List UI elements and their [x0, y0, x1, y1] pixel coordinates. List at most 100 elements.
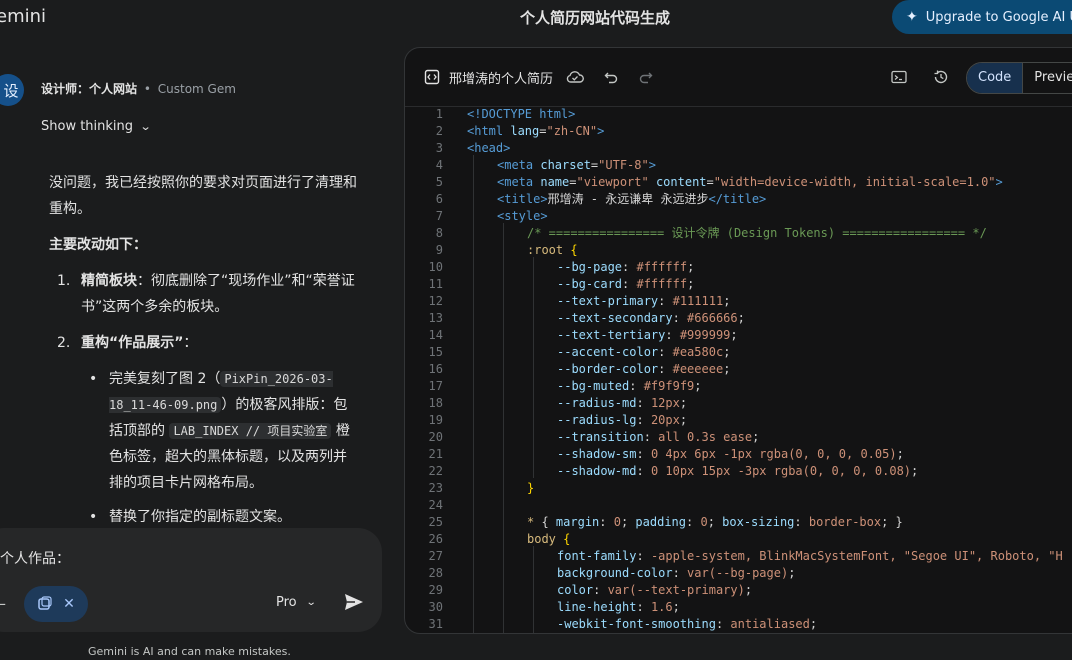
code-token: ; }	[881, 515, 903, 529]
code-line: 30 line-height: 1.6;	[405, 599, 1072, 616]
code-token: 0	[613, 515, 621, 529]
upgrade-button[interactable]: ✦ Upgrade to Google AI Ult	[892, 0, 1072, 34]
send-button[interactable]	[342, 590, 366, 614]
redo-icon[interactable]	[637, 68, 655, 86]
model-picker[interactable]: Pro ⌄	[276, 595, 316, 610]
code-token: -apple-system, BlinkMacSystemFont, "Sego…	[650, 549, 1063, 563]
code-token: #999999	[679, 328, 731, 342]
line-number: 12	[428, 294, 443, 308]
code-token: :	[672, 311, 688, 325]
code-content: --text-primary: #111111;	[557, 293, 730, 310]
line-number: 24	[428, 498, 443, 512]
code-content: --transition: all 0.3s ease;	[557, 429, 759, 446]
tab-code[interactable]: Code	[967, 63, 1024, 93]
line-number: 1	[435, 107, 443, 121]
history-icon[interactable]	[932, 68, 950, 86]
code-token: lang	[503, 124, 540, 138]
code-token: box-sizing	[722, 515, 795, 529]
code-token: "width=device-width, initial-scale=1.0"	[713, 175, 996, 189]
document-title[interactable]: 邢增涛的个人简历	[449, 68, 553, 87]
list-item-colon: ：	[183, 335, 198, 351]
code-content: --shadow-md: 0 10px 15px -3px rgba(0, 0,…	[557, 463, 918, 480]
code-token: --bg-card	[557, 277, 623, 291]
close-icon[interactable]: ✕	[63, 596, 75, 612]
code-token: margin	[555, 515, 600, 529]
code-line: 21 --shadow-sm: 0 4px 6px -1px rgba(0, 0,…	[405, 446, 1072, 463]
code-line: 25 * { margin: 0; padding: 0; box-sizing:…	[405, 514, 1072, 531]
code-token: var(--bg-page)	[687, 566, 789, 580]
code-token: <style>	[497, 209, 548, 223]
code-content: /* ================ 设计令牌 (Design Tokens)…	[527, 225, 987, 242]
code-token: -webkit-font-smoothing	[557, 617, 716, 631]
terminal-icon[interactable]	[890, 68, 908, 86]
code-line: 15 --accent-color: #ea580c;	[405, 344, 1072, 361]
code-line: 12 --text-primary: #111111;	[405, 293, 1072, 310]
code-token: content	[648, 175, 707, 189]
canvas-panel: 邢增涛的个人简历 Code Preview 1 <!DOCTYPE html> 2 <…	[404, 47, 1072, 634]
code-token: :	[636, 600, 651, 614]
code-line: 16 --border-color: #eeeeee;	[405, 361, 1072, 378]
code-content: }	[527, 480, 534, 497]
code-token: "zh-CN"	[546, 124, 598, 138]
code-token: ;	[687, 260, 695, 274]
list-item-title: 精简板块	[81, 273, 137, 289]
code-token: :	[658, 294, 673, 308]
code-content: font-family: -apple-system, BlinkMacSyst…	[557, 548, 1063, 565]
code-content: --shadow-sm: 0 4px 6px -1px rgba(0, 0, 0…	[557, 446, 904, 463]
minus-icon[interactable]: –	[0, 594, 6, 613]
view-toggle: Code Preview	[966, 62, 1072, 94]
code-token: ;	[620, 515, 636, 529]
line-number: 14	[428, 328, 443, 342]
code-token: <head>	[467, 141, 511, 155]
disclaimer: Gemini is AI and can make mistakes.	[88, 645, 291, 658]
code-token: <!DOCTYPE html>	[467, 107, 576, 121]
code-line: 20 --transition: all 0.3s ease;	[405, 429, 1072, 446]
code-token: :	[636, 413, 651, 427]
code-token: line-height	[557, 600, 637, 614]
code-token: background-color	[557, 566, 673, 580]
code-token: {	[563, 243, 578, 257]
code-token: antialiased	[730, 617, 810, 631]
code-line: 27 font-family: -apple-system, BlinkMacSy…	[405, 548, 1072, 565]
code-token: ;	[911, 464, 919, 478]
code-token: /* ================ 设计令牌 (Design Tokens)…	[527, 226, 987, 240]
tab-preview[interactable]: Preview	[1023, 63, 1072, 93]
code-token: ;	[737, 311, 745, 325]
code-token: --text-secondary	[557, 311, 673, 325]
code-token: 20px	[650, 413, 680, 427]
code-editor[interactable]: 1 <!DOCTYPE html> 2 <html lang="zh-CN"> 3 <he…	[405, 106, 1072, 633]
gem-avatar: 设	[0, 74, 24, 106]
line-number: 2	[435, 124, 443, 138]
gem-name: 设计师：个人网站	[41, 82, 138, 96]
code-content: --bg-page: #ffffff;	[557, 259, 694, 276]
code-token: ;	[809, 617, 818, 631]
send-icon	[345, 594, 363, 610]
cloud-sync-icon[interactable]	[566, 68, 584, 86]
prompt-input[interactable]: 个人作品：	[0, 548, 70, 568]
code-token: #ffffff	[636, 260, 688, 274]
line-number: 20	[428, 430, 443, 444]
code-token: font-family	[557, 549, 637, 563]
line-number: 16	[428, 362, 443, 376]
code-token: {	[555, 532, 571, 546]
code-token: charset	[533, 158, 591, 172]
code-token: :	[622, 277, 637, 291]
code-content: --bg-muted: #f9f9f9;	[557, 378, 702, 395]
show-thinking-toggle[interactable]: Show thinking ⌄	[41, 119, 152, 134]
line-number: 23	[428, 481, 443, 495]
line-number: 27	[428, 549, 443, 563]
line-number: 6	[435, 192, 443, 206]
canvas-attachment-icon	[38, 596, 52, 610]
undo-icon[interactable]	[602, 68, 620, 86]
attachment-chip[interactable]: ✕	[24, 586, 88, 622]
line-number: 22	[428, 464, 443, 478]
line-number: 19	[428, 413, 443, 427]
line-number: 31	[428, 617, 443, 631]
code-token: :	[665, 328, 680, 342]
code-token: border-box	[808, 515, 882, 529]
code-token: :	[686, 515, 701, 529]
code-line: 23}	[405, 480, 1072, 497]
code-token: =	[706, 175, 714, 189]
code-line: 8 /* ================ 设计令牌 (Design Tokens…	[405, 225, 1072, 242]
code-line: 3 <head>	[405, 140, 1072, 157]
